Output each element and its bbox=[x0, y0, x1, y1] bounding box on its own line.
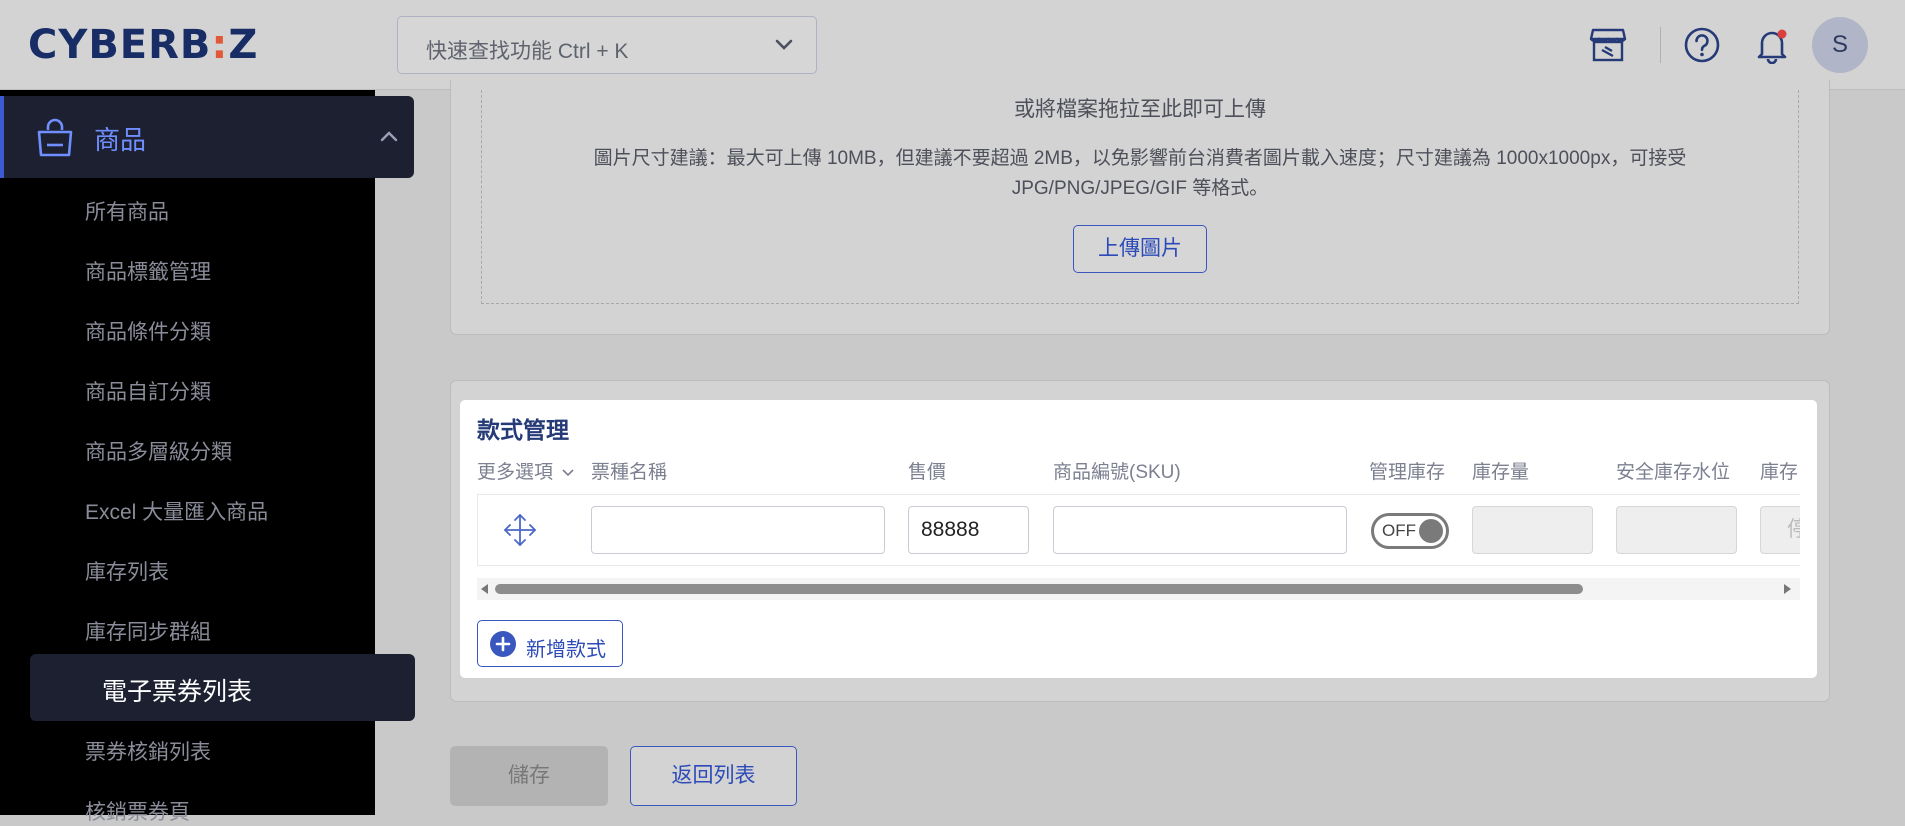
sidebar-item-e-ticket-list[interactable]: 電子票券列表 bbox=[30, 654, 415, 721]
header-divider bbox=[1660, 27, 1661, 63]
sidebar-group-products[interactable]: 商品 bbox=[0, 96, 414, 178]
manage-stock-header: 管理庫存 bbox=[1369, 462, 1446, 483]
stock-extra-header: 庫存 bbox=[1760, 462, 1797, 483]
sidebar-item-multilevel-category[interactable]: 商品多層級分類 bbox=[85, 436, 232, 466]
sidebar: 商品 所有商品 商品標籤管理 商品條件分類 商品自訂分類 商品多層級分類 Exc… bbox=[0, 90, 415, 824]
toggle-state-label: OFF bbox=[1382, 521, 1416, 540]
stock-qty-input bbox=[1472, 506, 1593, 554]
ticket-name-header: 票種名稱 bbox=[591, 462, 668, 483]
sidebar-item-label: 電子票券列表 bbox=[102, 678, 253, 706]
cyberbiz-logo[interactable]: CYBERB:Z bbox=[28, 22, 258, 68]
chevron-down-icon bbox=[562, 469, 574, 477]
safety-stock-header: 安全庫存水位 bbox=[1616, 462, 1731, 483]
notification-bell-icon[interactable] bbox=[1753, 26, 1791, 64]
price-header: 售價 bbox=[908, 462, 947, 483]
sidebar-item-inventory-sync[interactable]: 庫存同步群組 bbox=[85, 616, 211, 646]
user-avatar[interactable]: S bbox=[1812, 17, 1868, 73]
sidebar-item-all-products[interactable]: 所有商品 bbox=[85, 196, 169, 226]
ticket-name-input[interactable] bbox=[591, 506, 885, 554]
drag-drop-hint: 或將檔案拖拉至此即可上傳 bbox=[1014, 98, 1266, 121]
upload-image-button[interactable]: 上傳圖片 bbox=[1073, 225, 1207, 273]
sidebar-item-redeem-ticket-page[interactable]: 核銷票券頁 bbox=[85, 796, 190, 826]
drag-move-icon[interactable] bbox=[503, 513, 537, 547]
shopping-bag-icon bbox=[37, 118, 73, 157]
sku-header: 商品編號(SKU) bbox=[1053, 462, 1181, 483]
sidebar-group-label: 商品 bbox=[94, 125, 147, 155]
back-to-list-button[interactable]: 返回列表 bbox=[630, 746, 797, 806]
sidebar-item-ticket-redemption-list[interactable]: 票券核銷列表 bbox=[85, 736, 211, 766]
help-icon[interactable] bbox=[1683, 26, 1721, 64]
variant-title: 款式管理 bbox=[477, 417, 569, 443]
sidebar-item-excel-import[interactable]: Excel 大量匯入商品 bbox=[85, 496, 268, 526]
scrollbar-thumb[interactable] bbox=[495, 584, 1583, 594]
sidebar-item-custom-category[interactable]: 商品自訂分類 bbox=[85, 376, 211, 406]
more-options-header[interactable]: 更多選項 bbox=[477, 457, 575, 484]
save-button[interactable]: 儲存 bbox=[450, 746, 608, 806]
add-variant-label: 新增款式 bbox=[526, 639, 606, 661]
top-header: CYBERB:Z 快速查找功能 Ctrl + K S bbox=[0, 0, 1905, 90]
scroll-left-arrow[interactable] bbox=[481, 584, 488, 594]
toggle-knob bbox=[1419, 519, 1443, 543]
scroll-right-arrow[interactable] bbox=[1784, 584, 1791, 594]
plus-circle-icon bbox=[490, 631, 516, 657]
stock-qty-header: 庫存量 bbox=[1472, 462, 1530, 483]
store-icon[interactable] bbox=[1589, 26, 1627, 64]
sidebar-item-condition-category[interactable]: 商品條件分類 bbox=[85, 316, 211, 346]
quick-search[interactable]: 快速查找功能 Ctrl + K bbox=[397, 16, 817, 74]
chevron-down-icon bbox=[775, 39, 793, 50]
sku-input[interactable] bbox=[1053, 506, 1347, 554]
add-variant-button[interactable]: 新增款式 bbox=[477, 620, 623, 667]
sidebar-item-product-tags[interactable]: 商品標籤管理 bbox=[85, 256, 211, 286]
sidebar-item-inventory-list[interactable]: 庫存列表 bbox=[85, 556, 169, 586]
price-input[interactable]: 88888 bbox=[908, 506, 1029, 554]
manage-stock-toggle[interactable]: OFF bbox=[1371, 513, 1449, 549]
search-placeholder: 快速查找功能 Ctrl + K bbox=[426, 40, 629, 63]
image-size-hint: 圖片尺寸建議：最大可上傳 10MB，但建議不要超過 2MB，以免影響前台消費者圖… bbox=[593, 148, 1687, 199]
partial-stock-input: 停 bbox=[1760, 506, 1800, 554]
chevron-up-icon bbox=[380, 131, 398, 142]
safety-stock-input bbox=[1616, 506, 1737, 554]
